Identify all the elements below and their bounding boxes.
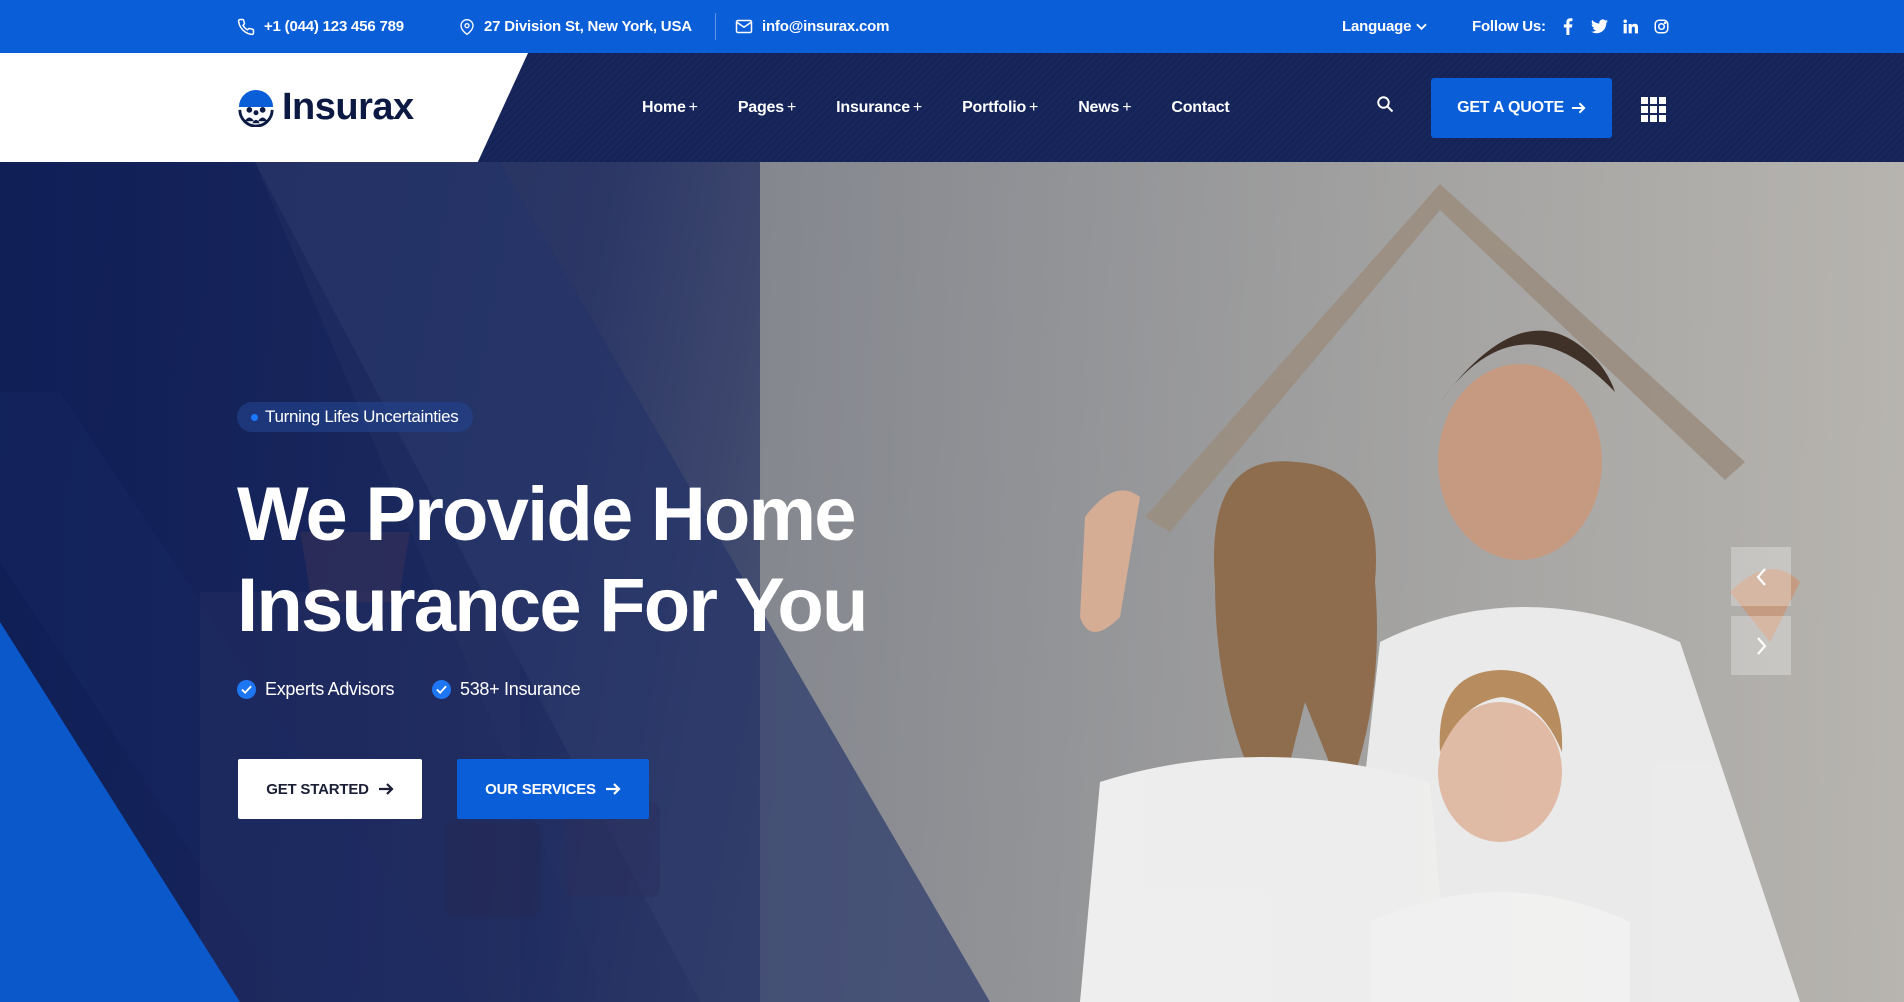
- arrow-right-icon: [1571, 102, 1586, 114]
- headline-line-1: We Provide Home: [237, 472, 857, 557]
- main-header: Insurax Home + Pages + Insurance + Portfoli…: [0, 53, 1904, 162]
- email-text: info@insurax.com: [762, 18, 890, 35]
- plus-icon: +: [1029, 98, 1039, 116]
- plus-icon: +: [688, 98, 698, 116]
- follow-us-label: Follow Us:: [1472, 0, 1546, 53]
- nav-label: Portfolio: [962, 98, 1027, 116]
- get-a-quote-button[interactable]: GET A QUOTE: [1431, 78, 1612, 138]
- main-nav: Home + Pages + Insurance + Portfolio + News +…: [642, 53, 1270, 162]
- follow-us-text: Follow Us:: [1472, 18, 1546, 35]
- chevron-left-icon: [1756, 567, 1766, 586]
- address-text: 27 Division St, New York, USA: [484, 18, 692, 35]
- arrow-right-icon: [605, 783, 621, 795]
- feature-experts-advisors: Experts Advisors: [237, 677, 395, 701]
- feature-text: 538+ Insurance: [460, 678, 581, 699]
- chevron-down-icon: [1416, 23, 1427, 30]
- facebook-icon[interactable]: [1557, 16, 1579, 38]
- nav-item-pages[interactable]: Pages +: [737, 98, 797, 117]
- linkedin-icon[interactable]: [1619, 16, 1641, 38]
- language-dropdown[interactable]: Language: [1342, 0, 1427, 53]
- nav-label: News: [1078, 98, 1120, 116]
- nav-item-contact[interactable]: Contact: [1171, 99, 1229, 117]
- get-started-label: GET STARTED: [266, 780, 369, 798]
- slider-prev-button[interactable]: [1731, 547, 1791, 606]
- location-pin-icon: [460, 18, 474, 35]
- search-button[interactable]: [1376, 95, 1396, 115]
- get-started-button[interactable]: GET STARTED: [238, 759, 422, 819]
- our-services-button[interactable]: OUR SERVICES: [457, 759, 649, 819]
- mail-icon: [735, 19, 753, 34]
- grid-menu-icon[interactable]: [1641, 97, 1666, 122]
- nav-item-home[interactable]: Home +: [642, 99, 698, 117]
- tagline-text: Turning Lifes Uncertainties: [265, 407, 459, 426]
- nav-label: Pages: [737, 98, 784, 116]
- phone-icon: [237, 18, 255, 35]
- hero-tagline-badge: Turning Lifes Uncertainties: [237, 402, 474, 432]
- hero-slider: Turning Lifes Uncertainties We Provide H…: [0, 162, 1904, 1002]
- plus-icon: +: [786, 98, 797, 116]
- phone-number: +1 (044) 123 456 789: [264, 18, 404, 35]
- divider: [715, 13, 716, 40]
- quote-button-label: GET A QUOTE: [1457, 99, 1564, 116]
- chevron-right-icon: [1756, 636, 1766, 655]
- nav-label: Insurance: [836, 98, 910, 116]
- dot-icon: [251, 413, 258, 421]
- umbrella-family-logo-icon: [238, 89, 274, 127]
- search-icon: [1377, 96, 1394, 113]
- instagram-icon[interactable]: [1650, 16, 1672, 38]
- top-bar: +1 (044) 123 456 789 27 Division St, New…: [0, 0, 1904, 53]
- site-logo[interactable]: Insurax: [237, 53, 414, 162]
- nav-item-portfolio[interactable]: Portfolio +: [962, 99, 1038, 117]
- check-circle-icon: [237, 679, 256, 699]
- nav-item-news[interactable]: News +: [1078, 99, 1131, 117]
- logo-text: Insurax: [282, 86, 414, 128]
- phone-contact[interactable]: +1 (044) 123 456 789: [237, 0, 404, 53]
- slider-next-button[interactable]: [1731, 616, 1791, 675]
- headline-line-2: Insurance For You: [237, 563, 868, 648]
- feature-text: Experts Advisors: [265, 678, 395, 699]
- twitter-icon[interactable]: [1588, 16, 1610, 38]
- plus-icon: +: [912, 98, 923, 116]
- plus-icon: +: [1122, 98, 1132, 116]
- email-contact[interactable]: info@insurax.com: [735, 0, 889, 53]
- hero-headline: We Provide Home Insurance For You: [237, 469, 957, 651]
- feature-insurance-count: 538+ Insurance: [432, 677, 581, 701]
- social-links: [1557, 0, 1681, 53]
- address-contact: 27 Division St, New York, USA: [459, 0, 692, 53]
- arrow-right-icon: [378, 783, 394, 795]
- nav-label: Home: [642, 98, 686, 116]
- language-label: Language: [1342, 18, 1412, 35]
- nav-item-insurance[interactable]: Insurance +: [836, 99, 922, 117]
- nav-label: Contact: [1171, 98, 1230, 116]
- our-services-label: OUR SERVICES: [485, 780, 596, 798]
- check-circle-icon: [432, 679, 451, 699]
